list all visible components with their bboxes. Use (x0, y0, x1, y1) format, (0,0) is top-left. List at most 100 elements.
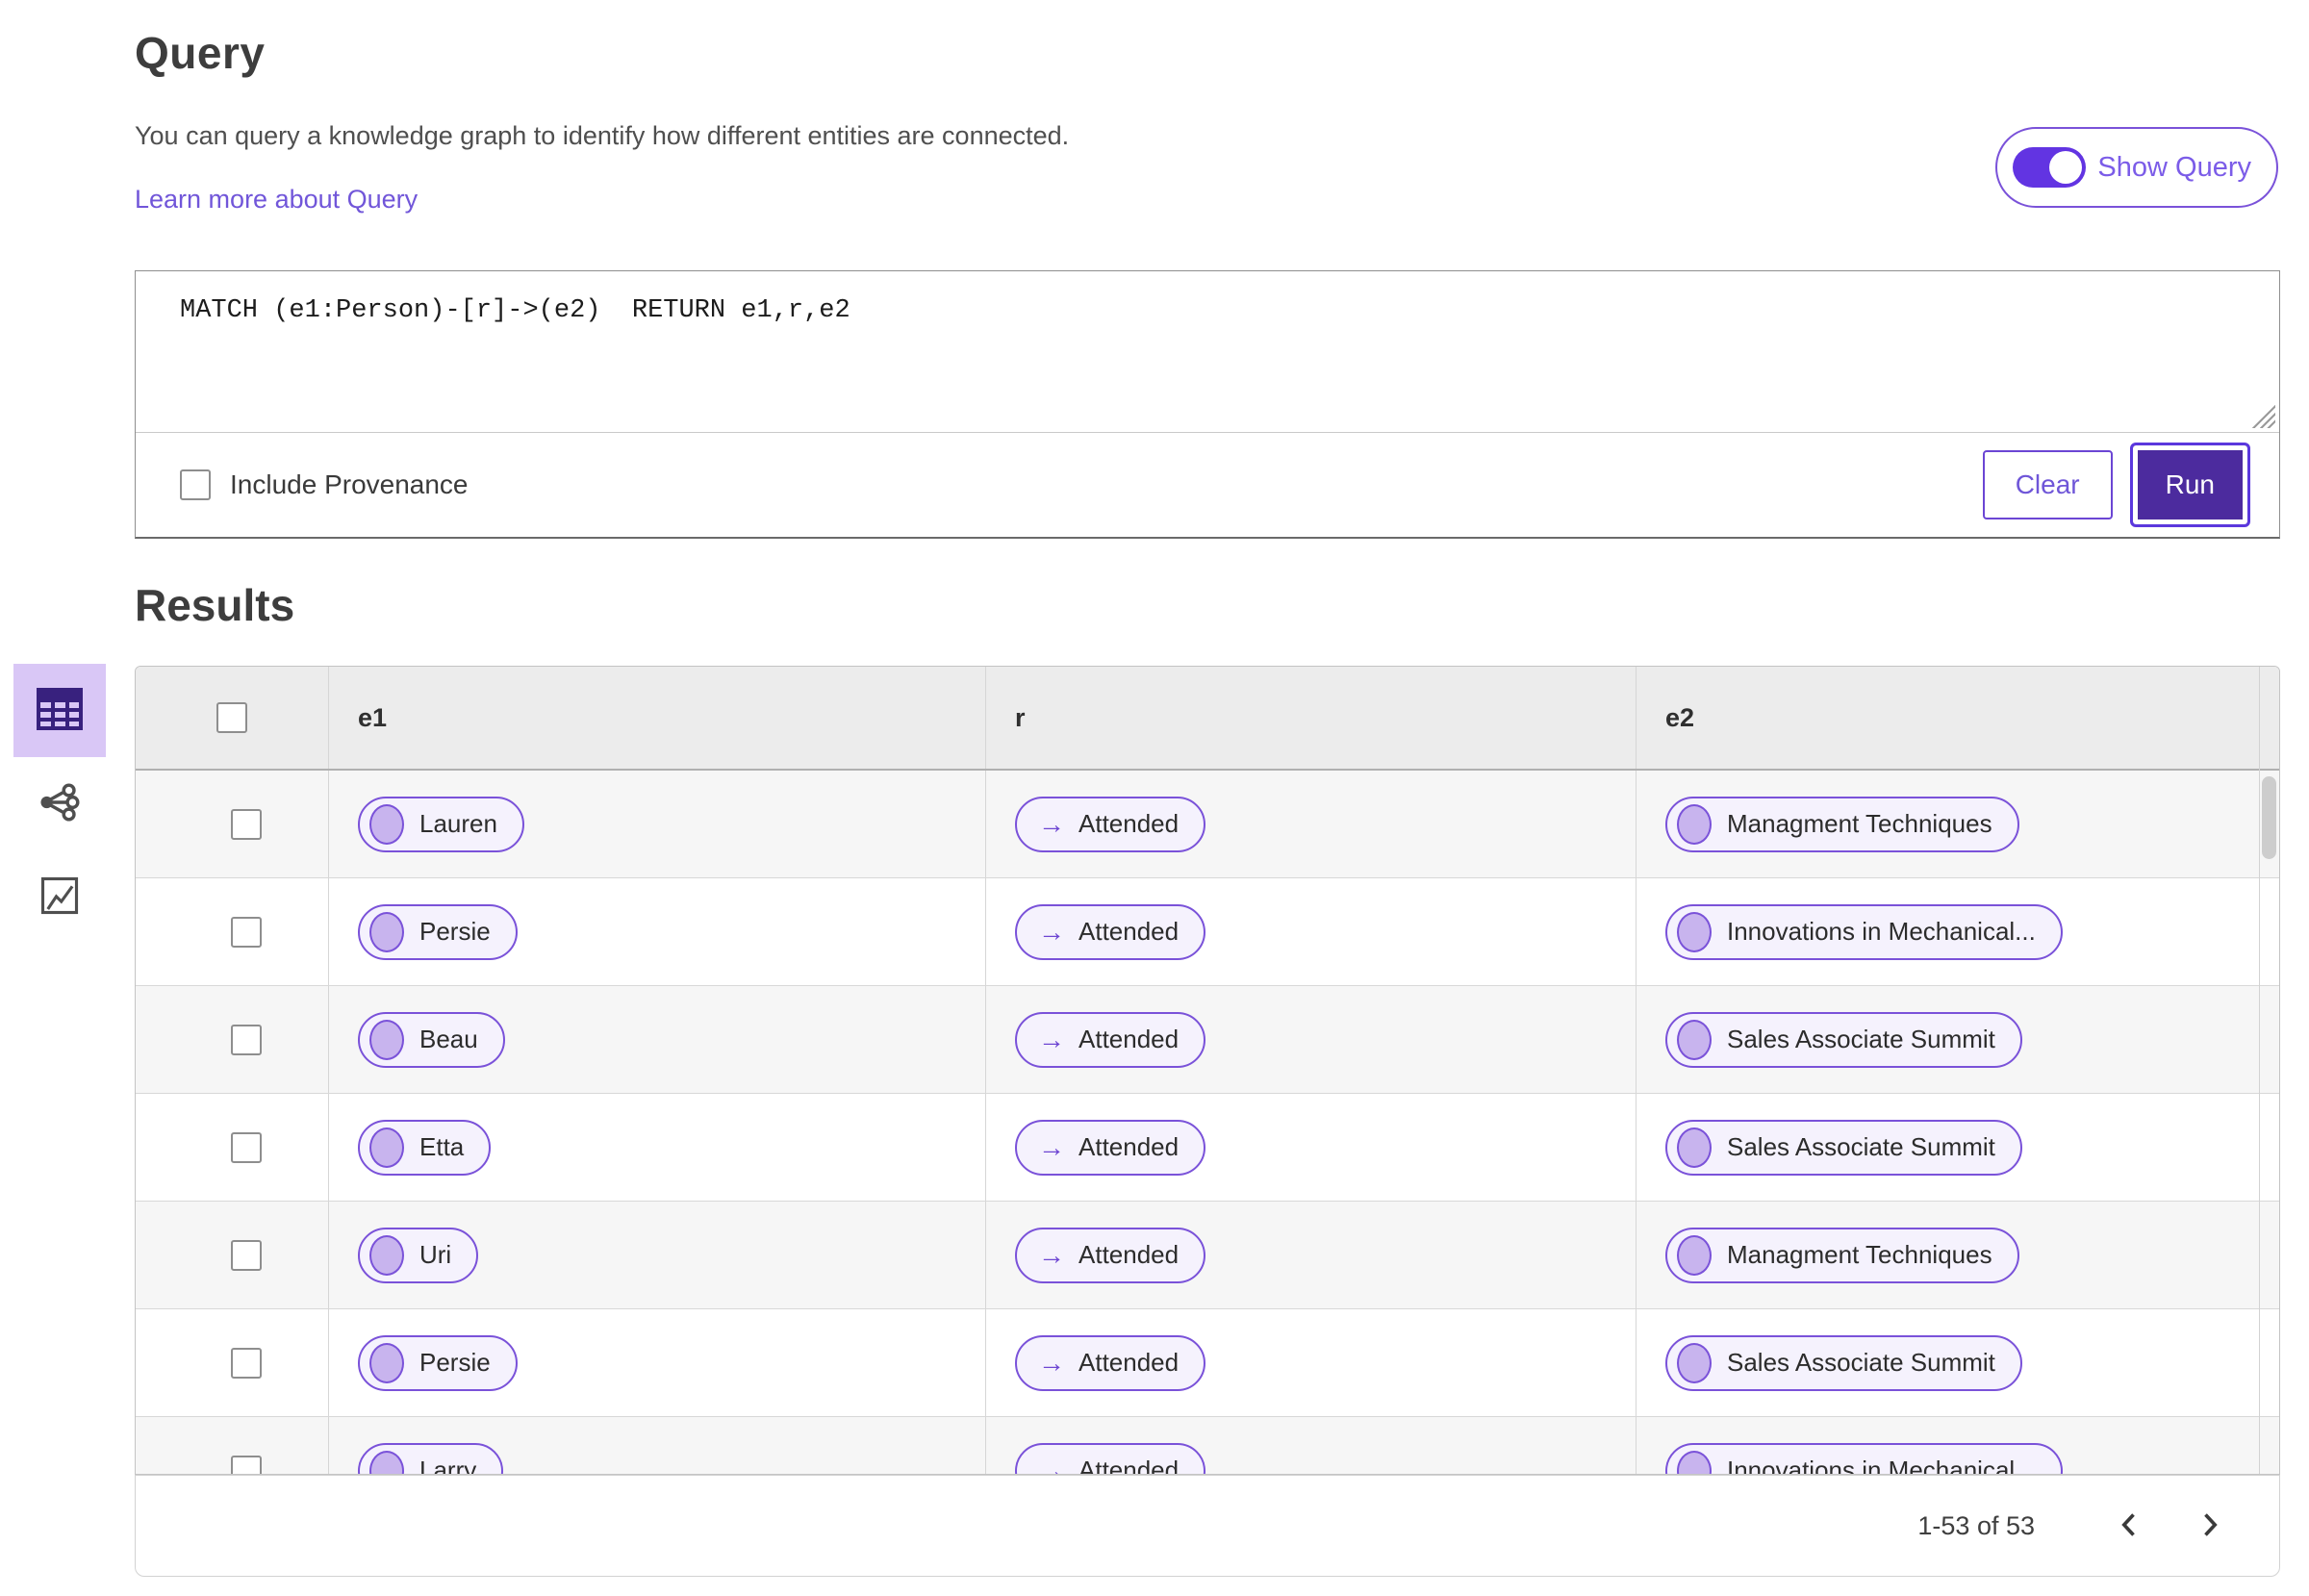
relation-pill[interactable]: → Attended (1015, 1119, 1206, 1176)
select-all-checkbox[interactable] (216, 702, 247, 733)
graph-view-button[interactable] (13, 757, 106, 850)
table-icon (36, 687, 84, 734)
table-row: Persie → Attended Sales Associate Summit (136, 1309, 2279, 1417)
column-header-e2: e2 (1636, 667, 2279, 769)
entity-pill[interactable]: Lauren (358, 796, 524, 852)
entity-node-icon (1677, 1127, 1712, 1168)
cell-e1: Lauren (328, 771, 985, 877)
next-page-button[interactable] (2183, 1499, 2237, 1553)
show-query-label: Show Query (2097, 151, 2251, 183)
entity-pill[interactable]: Sales Associate Summit (1665, 1119, 2022, 1176)
results-table: e1 r e2 Lauren → Attended Managment Tech… (135, 666, 2280, 1475)
cell-e1: Etta (328, 1094, 985, 1201)
chart-view-button[interactable] (13, 850, 106, 944)
entity-pill[interactable]: Managment Techniques (1665, 796, 2019, 852)
learn-more-link[interactable]: Learn more about Query (135, 185, 418, 215)
clear-button[interactable]: Clear (1982, 450, 2113, 519)
cell-e1: Larry (328, 1417, 985, 1474)
cell-e1: Uri (328, 1202, 985, 1308)
entity-pill[interactable]: Persie (358, 1334, 518, 1391)
results-title: Results (135, 580, 295, 630)
relation-pill[interactable]: → Attended (1015, 1334, 1206, 1391)
cell-e1: Persie (328, 1309, 985, 1416)
entity-node-icon (369, 803, 404, 845)
previous-page-button[interactable] (2102, 1499, 2156, 1553)
entity-pill[interactable]: Beau (358, 1011, 505, 1068)
entity-node-icon (369, 1019, 404, 1060)
entity-node-icon (1677, 803, 1712, 845)
table-row: Uri → Attended Managment Techniques (136, 1202, 2279, 1309)
cell-r: → Attended (985, 878, 1636, 985)
query-actions: Clear Run (1982, 443, 2250, 527)
entity-pill[interactable]: Larry (358, 1442, 504, 1474)
query-panel: MATCH (e1:Person)-[r]->(e2) RETURN e1,r,… (135, 270, 2280, 539)
entity-pill[interactable]: Sales Associate Summit (1665, 1011, 2022, 1068)
arrow-right-icon: → (1038, 1131, 1065, 1162)
row-checkbox[interactable] (231, 808, 262, 840)
table-row: Persie → Attended Innovations in Mechani… (136, 878, 2279, 986)
cell-e2: Managment Techniques (1636, 771, 2279, 877)
cell-r: → Attended (985, 1094, 1636, 1201)
entity-pill[interactable]: Managment Techniques (1665, 1227, 2019, 1283)
cell-r: → Attended (985, 986, 1636, 1093)
chart-icon (39, 875, 80, 919)
entity-node-icon (369, 911, 404, 952)
entity-node-icon (369, 1234, 404, 1276)
query-editor[interactable]: MATCH (e1:Person)-[r]->(e2) RETURN e1,r,… (136, 271, 2279, 433)
relation-pill[interactable]: → Attended (1015, 1227, 1206, 1283)
relation-pill[interactable]: → Attended (1015, 1011, 1206, 1068)
include-provenance-option[interactable]: Include Provenance (180, 469, 469, 500)
cell-e2: Managment Techniques (1636, 1202, 2279, 1308)
cell-e2: Sales Associate Summit (1636, 1309, 2279, 1416)
graph-icon (38, 780, 82, 827)
table-view-button[interactable] (13, 664, 106, 757)
include-provenance-checkbox[interactable] (180, 469, 211, 500)
run-button[interactable]: Run (2129, 443, 2250, 527)
query-page: Query You can query a knowledge graph to… (0, 0, 2309, 1596)
entity-pill[interactable]: Persie (358, 903, 518, 960)
row-checkbox[interactable] (231, 1024, 262, 1055)
relation-pill[interactable]: → Attended (1015, 903, 1206, 960)
arrow-right-icon: → (1038, 1239, 1065, 1270)
entity-node-icon (369, 1127, 404, 1168)
table-row: Etta → Attended Sales Associate Summit (136, 1094, 2279, 1202)
cell-r: → Attended (985, 1309, 1636, 1416)
row-checkbox[interactable] (231, 916, 262, 948)
scrollbar-thumb[interactable] (2262, 776, 2276, 859)
cell-e2: Innovations in Mechanical... (1636, 1417, 2279, 1474)
row-checkbox[interactable] (231, 1347, 262, 1379)
resize-grip-icon[interactable] (2252, 405, 2275, 428)
cell-r: → Attended (985, 771, 1636, 877)
table-row: Beau → Attended Sales Associate Summit (136, 986, 2279, 1094)
entity-pill[interactable]: Etta (358, 1119, 492, 1176)
arrow-right-icon: → (1038, 1347, 1065, 1378)
entity-node-icon (1677, 911, 1712, 952)
cell-e2: Sales Associate Summit (1636, 1094, 2279, 1201)
page-range-label: 1-53 of 53 (1917, 1510, 2035, 1540)
entity-node-icon (369, 1450, 404, 1474)
query-footer: Include Provenance Clear Run (136, 433, 2279, 537)
relation-pill[interactable]: → Attended (1015, 796, 1206, 852)
entity-pill[interactable]: Innovations in Mechanical... (1665, 1442, 2063, 1474)
show-query-toggle[interactable]: Show Query (1995, 127, 2278, 208)
row-checkbox[interactable] (231, 1131, 262, 1163)
table-row: Lauren → Attended Managment Techniques (136, 771, 2279, 878)
entity-node-icon (1677, 1450, 1712, 1474)
row-checkbox[interactable] (231, 1239, 262, 1271)
row-checkbox[interactable] (231, 1455, 262, 1474)
cell-e2: Innovations in Mechanical... (1636, 878, 2279, 985)
cell-e2: Sales Associate Summit (1636, 986, 2279, 1093)
arrow-right-icon: → (1038, 1455, 1065, 1475)
arrow-right-icon: → (1038, 916, 1065, 947)
query-text[interactable]: MATCH (e1:Person)-[r]->(e2) RETURN e1,r,… (180, 296, 2260, 325)
column-header-r: r (985, 667, 1636, 769)
entity-pill[interactable]: Innovations in Mechanical... (1665, 903, 2063, 960)
toggle-switch-icon (2013, 147, 2087, 188)
entity-pill[interactable]: Sales Associate Summit (1665, 1334, 2022, 1391)
relation-pill[interactable]: → Attended (1015, 1442, 1206, 1475)
entity-pill[interactable]: Uri (358, 1227, 479, 1283)
table-header-row: e1 r e2 (136, 667, 2279, 771)
table-scrollbar[interactable] (2259, 667, 2279, 1474)
entity-node-icon (369, 1342, 404, 1383)
entity-node-icon (1677, 1019, 1712, 1060)
